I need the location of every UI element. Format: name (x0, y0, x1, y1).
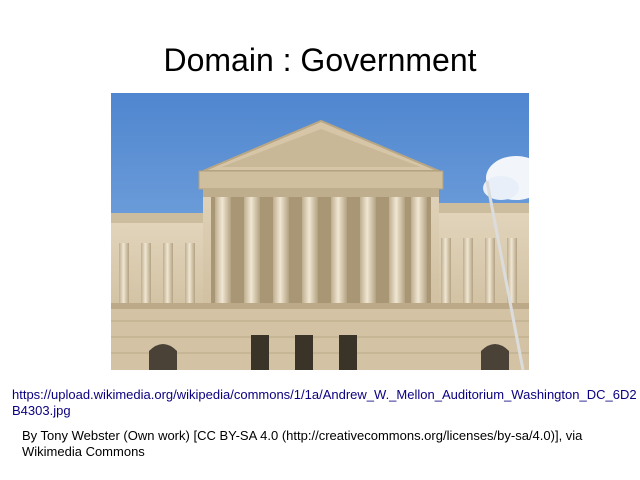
image-source-url[interactable]: https://upload.wikimedia.org/wikipedia/c… (12, 387, 637, 419)
slide-title: Domain : Government (163, 42, 477, 78)
image-attribution: By Tony Webster (Own work) [CC BY-SA 4.0… (22, 428, 583, 459)
building-photo (111, 93, 529, 370)
